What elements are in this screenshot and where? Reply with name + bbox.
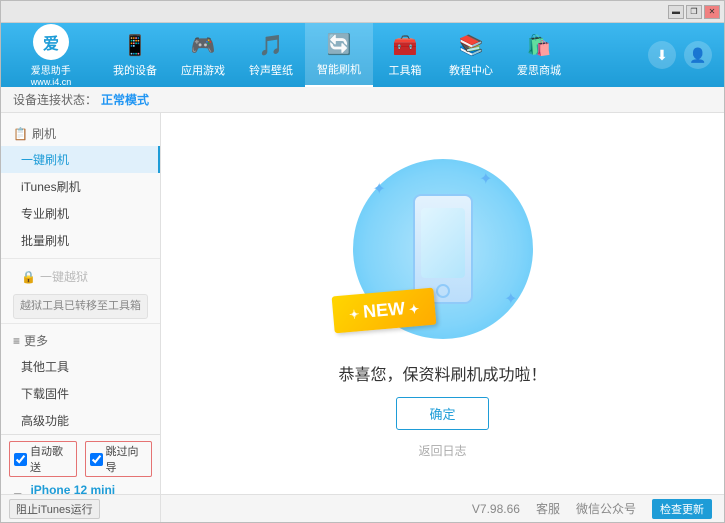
- skip-guide-checkbox[interactable]: 跳过向导: [85, 441, 153, 477]
- nav-smart-flash[interactable]: 🔄 智能刷机: [305, 23, 373, 87]
- sidebar: 📋 刷机 一键刷机 iTunes刷机 专业刷机 批量刷机: [1, 113, 161, 494]
- sidebar-item-one-key-flash[interactable]: 一键刷机: [1, 146, 160, 173]
- check-update-button[interactable]: 检查更新: [652, 499, 712, 519]
- nav-tutorial[interactable]: 📚 教程中心: [437, 23, 505, 87]
- success-message: 恭喜您，保资料刷机成功啦！: [338, 361, 546, 385]
- confirm-button[interactable]: 确定: [396, 397, 488, 430]
- apps-games-icon: 🎮: [191, 33, 216, 58]
- customer-service-link[interactable]: 客服: [536, 500, 560, 517]
- sparkle-3-icon: ✦: [504, 289, 517, 309]
- nav-apps-games[interactable]: 🎮 应用游戏: [169, 23, 237, 87]
- wechat-link[interactable]: 微信公众号: [576, 500, 636, 517]
- header: 爱 爱思助手 www.i4.cn 📱 我的设备 🎮 应用游戏 🎵 铃声壁纸 🔄 …: [1, 23, 724, 87]
- apple-store-icon: 🛍️: [527, 33, 552, 58]
- skip-guide-input[interactable]: [90, 453, 103, 466]
- status-value: 正常模式: [101, 91, 149, 108]
- status-bar: 设备连接状态： 正常模式: [1, 87, 724, 113]
- sidebar-item-batch-flash[interactable]: 批量刷机: [1, 227, 160, 254]
- logo-text: 爱思助手 www.i4.cn: [31, 62, 72, 87]
- minimize-button[interactable]: ▬: [668, 5, 684, 19]
- sidebar-item-itunes-flash[interactable]: iTunes刷机: [1, 173, 160, 200]
- phone-illustration: ✦ ✦ ✦ NEW: [343, 149, 543, 349]
- account-button[interactable]: 👤: [684, 41, 712, 69]
- auto-send-input[interactable]: [14, 453, 27, 466]
- flash-group-icon: 📋: [13, 127, 28, 141]
- sidebar-item-pro-flash[interactable]: 专业刷机: [1, 200, 160, 227]
- title-bar-controls: ▬ ❐ ✕: [668, 5, 720, 19]
- my-device-icon: 📱: [123, 33, 148, 58]
- content-area: ✦ ✦ ✦ NEW 恭喜您，保资料刷机成功啦！ 确定 返回日志: [161, 113, 724, 494]
- close-button[interactable]: ✕: [704, 5, 720, 19]
- block-itunes-button[interactable]: 阻止iTunes运行: [9, 499, 100, 519]
- phone-screen: [421, 208, 465, 278]
- bottom-right-area: V7.98.66 客服 微信公众号 检查更新: [161, 499, 724, 519]
- lock-icon: 🔒: [21, 270, 36, 284]
- tutorial-icon: 📚: [459, 33, 484, 58]
- checkboxes-row: 自动歌送 跳过向导: [9, 441, 152, 477]
- ringtones-icon: 🎵: [259, 33, 284, 58]
- sidebar-group-more: ≡ 更多: [1, 328, 160, 353]
- nav-apple-store[interactable]: 🛍️ 爱思商城: [505, 23, 573, 87]
- sidebar-item-advanced[interactable]: 高级功能: [1, 407, 160, 434]
- sidebar-group-flash: 📋 刷机: [1, 121, 160, 146]
- app-window: ▬ ❐ ✕ 爱 爱思助手 www.i4.cn 📱 我的设备 🎮 应用游戏 🎵: [0, 0, 725, 523]
- sparkle-2-icon: ✦: [479, 169, 492, 189]
- main-layout: 📋 刷机 一键刷机 iTunes刷机 专业刷机 批量刷机: [1, 113, 724, 494]
- phone-body: [413, 194, 473, 304]
- nav-ringtones[interactable]: 🎵 铃声壁纸: [237, 23, 305, 87]
- sidebar-disabled-jailbreak: 🔒 一键越狱: [1, 263, 160, 290]
- phone-home-button: [436, 284, 450, 298]
- divider-2: [1, 323, 160, 324]
- sidebar-item-other-tools[interactable]: 其他工具: [1, 353, 160, 380]
- device-row: 📱 iPhone 12 mini 64GB Down-12mini-13,1: [9, 483, 152, 494]
- logo: 爱 爱思助手 www.i4.cn: [1, 24, 101, 87]
- more-group-icon: ≡: [13, 334, 20, 348]
- status-label: 设备连接状态：: [13, 91, 97, 108]
- logo-icon: 爱: [33, 24, 69, 60]
- return-log-link[interactable]: 返回日志: [418, 442, 466, 459]
- smart-flash-icon: 🔄: [327, 32, 352, 57]
- sparkle-1-icon: ✦: [373, 179, 386, 199]
- device-name: iPhone 12 mini: [30, 483, 115, 494]
- maximize-button[interactable]: ❐: [686, 5, 702, 19]
- sidebar-item-download-firmware[interactable]: 下载固件: [1, 380, 160, 407]
- device-info: iPhone 12 mini 64GB Down-12mini-13,1: [30, 483, 115, 494]
- download-button[interactable]: ⬇: [648, 41, 676, 69]
- title-bar: ▬ ❐ ✕: [1, 1, 724, 23]
- nav-bar: 📱 我的设备 🎮 应用游戏 🎵 铃声壁纸 🔄 智能刷机 🧰 工具箱 📚: [101, 23, 636, 87]
- bottom-section: 阻止iTunes运行 V7.98.66 客服 微信公众号 检查更新: [1, 494, 724, 522]
- sidebar-nav: 📋 刷机 一键刷机 iTunes刷机 专业刷机 批量刷机: [1, 121, 160, 434]
- header-right: ⬇ 👤: [636, 41, 724, 69]
- bottom-left-area: 阻止iTunes运行: [1, 495, 161, 522]
- divider-1: [1, 258, 160, 259]
- auto-send-checkbox[interactable]: 自动歌送: [9, 441, 77, 477]
- sidebar-jailbreak-note: 越狱工具已转移至工具箱: [13, 294, 148, 319]
- toolbox-icon: 🧰: [393, 33, 418, 58]
- version-label: V7.98.66: [472, 502, 520, 516]
- sidebar-bottom: 自动歌送 跳过向导 📱 iPhone 12 mini 64GB Down-12m…: [1, 434, 160, 494]
- nav-toolbox[interactable]: 🧰 工具箱: [373, 23, 437, 87]
- nav-my-device[interactable]: 📱 我的设备: [101, 23, 169, 87]
